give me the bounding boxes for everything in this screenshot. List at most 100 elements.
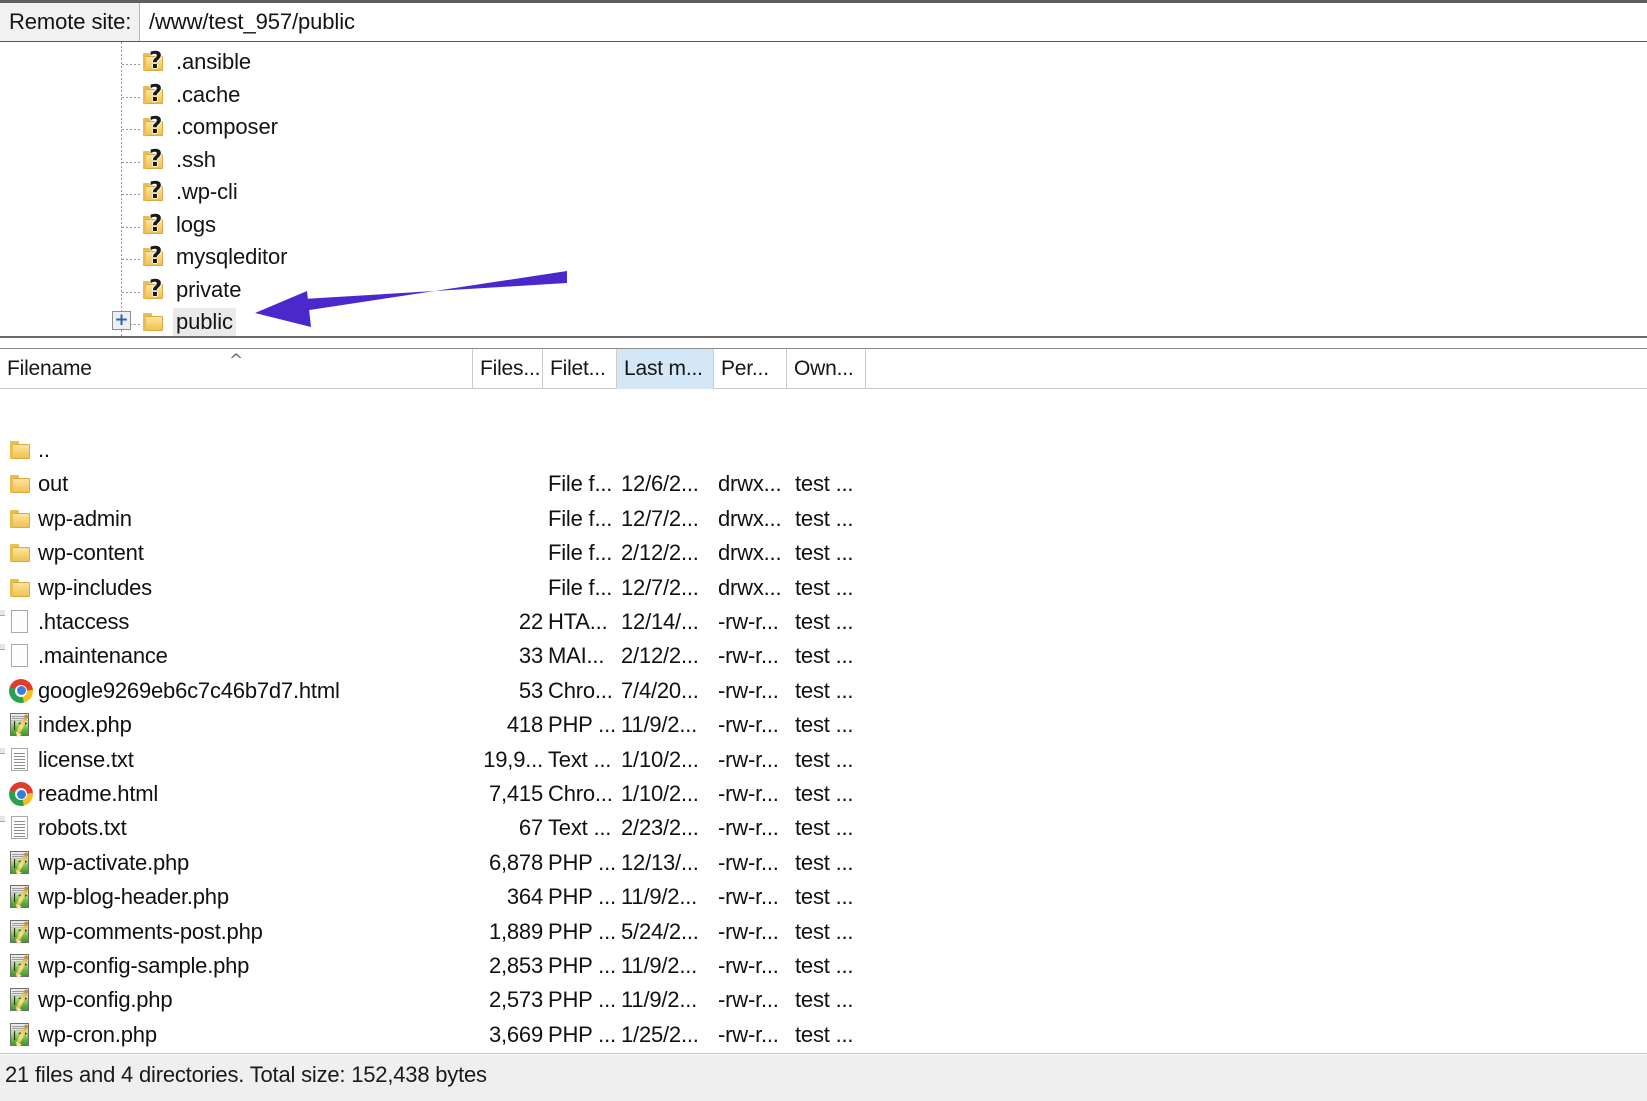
file-name-cell: wp-activate.php: [38, 846, 189, 880]
tree-connector: [122, 162, 141, 163]
table-row[interactable]: ..: [0, 433, 1647, 467]
table-row[interactable]: ∣⁺⁺wp-config.php2,573PHP ...11/9/2...-rw…: [0, 983, 1647, 1017]
column-header-name[interactable]: Filename: [0, 349, 473, 389]
column-header-ftype[interactable]: Filet...: [543, 349, 617, 389]
last-modified-cell: 2/12/2...: [621, 536, 699, 570]
tree-connector: [122, 259, 141, 260]
file-type-cell: Text ...: [548, 743, 611, 777]
owner-cell: test ...: [795, 983, 853, 1017]
status-bar: 21 files and 4 directories. Total size: …: [0, 1053, 1647, 1101]
file-type-cell: File f...: [548, 571, 612, 605]
file-type-cell: PHP ...: [548, 880, 616, 914]
owner-cell: test ...: [795, 467, 853, 501]
file-size-cell: 2,573: [473, 983, 543, 1017]
column-header-owner[interactable]: Own...: [787, 349, 866, 389]
permissions-cell: -rw-r...: [718, 639, 779, 673]
table-row[interactable]: google9269eb6c7c46b7d7.html53Chro...7/4/…: [0, 674, 1647, 708]
owner-cell: test ...: [795, 1018, 853, 1052]
file-name-cell: wp-comments-post.php: [38, 915, 263, 949]
file-size-cell: 1,889: [473, 915, 543, 949]
file-type-cell: File f...: [548, 536, 612, 570]
last-modified-cell: 11/9/2...: [621, 949, 697, 983]
last-modified-cell: 12/7/2...: [621, 502, 699, 536]
table-row[interactable]: license.txt19,9...Text ...1/10/2...-rw-r…: [0, 743, 1647, 777]
owner-cell: test ...: [795, 605, 853, 639]
column-header-perms[interactable]: Per...: [714, 349, 787, 389]
table-row[interactable]: .maintenance33MAI...2/12/2...-rw-r...tes…: [0, 639, 1647, 673]
file-size-cell: [473, 536, 543, 570]
file-size-cell: [473, 571, 543, 605]
owner-cell: test ...: [795, 536, 853, 570]
file-size-cell: 418: [473, 708, 543, 742]
file-size-cell: 67: [473, 811, 543, 845]
file-type-cell: PHP ...: [548, 708, 616, 742]
file-type-cell: HTA...: [548, 605, 608, 639]
file-size-cell: 22: [473, 605, 543, 639]
tree-expander-button[interactable]: +: [112, 311, 131, 330]
table-row[interactable]: wp-contentFile f...2/12/2...drwx...test …: [0, 536, 1647, 570]
permissions-cell: drwx...: [718, 571, 781, 605]
tree-connector: [122, 227, 141, 228]
last-modified-cell: 1/10/2...: [621, 777, 699, 811]
tree-item-label: .ssh: [173, 146, 219, 174]
file-type-cell: Text ...: [548, 811, 611, 845]
file-name-cell: readme.html: [38, 777, 158, 811]
tree-trunk-line: [121, 42, 122, 338]
file-type-cell: PHP ...: [548, 915, 616, 949]
remote-site-bar: Remote site: /www/test_957/public: [0, 0, 1647, 41]
tree-item-label: .wp-cli: [173, 178, 241, 206]
permissions-cell: -rw-r...: [718, 708, 779, 742]
file-size-cell: 19,9...: [473, 743, 543, 777]
table-row[interactable]: ∣⁺⁺wp-blog-header.php364PHP ...11/9/2...…: [0, 880, 1647, 914]
last-modified-cell: 1/25/2...: [621, 1018, 699, 1052]
table-row[interactable]: ∣⁺⁺wp-comments-post.php1,889PHP ...5/24/…: [0, 915, 1647, 949]
file-name-cell: license.txt: [38, 743, 134, 777]
tree-item-label: private: [173, 276, 244, 304]
permissions-cell: -rw-r...: [718, 811, 779, 845]
tree-connector: [122, 97, 141, 98]
column-header-size[interactable]: Files...: [473, 349, 543, 389]
table-row[interactable]: ∣⁺⁺wp-cron.php3,669PHP ...1/25/2...-rw-r…: [0, 1018, 1647, 1052]
file-name-cell: wp-blog-header.php: [38, 880, 229, 914]
table-row[interactable]: readme.html7,415Chro...1/10/2...-rw-r...…: [0, 777, 1647, 811]
table-row[interactable]: outFile f...12/6/2...drwx...test ...: [0, 467, 1647, 501]
remote-directory-tree[interactable]: ?.ansible?.cache?.composer?.ssh?.wp-cli?…: [0, 41, 1647, 338]
permissions-cell: -rw-r...: [718, 1018, 779, 1052]
file-name-cell: wp-includes: [38, 571, 152, 605]
file-size-cell: [473, 502, 543, 536]
remote-file-list-pane[interactable]: ^ FilenameFiles...Filet...Last m...Per..…: [0, 348, 1647, 1053]
owner-cell: test ...: [795, 915, 853, 949]
column-header-modified[interactable]: Last m...: [617, 349, 714, 389]
last-modified-cell: 5/24/2...: [621, 915, 699, 949]
remote-site-path-input[interactable]: /www/test_957/public: [140, 3, 1647, 41]
tree-item-label: .ansible: [173, 48, 254, 76]
file-type-cell: File f...: [548, 467, 612, 501]
file-name-cell: robots.txt: [38, 811, 126, 845]
permissions-cell: -rw-r...: [718, 983, 779, 1017]
file-name-cell: .htaccess: [38, 605, 129, 639]
table-row[interactable]: robots.txt67Text ...2/23/2...-rw-r...tes…: [0, 811, 1647, 845]
owner-cell: test ...: [795, 571, 853, 605]
file-type-cell: Chro...: [548, 674, 613, 708]
owner-cell: test ...: [795, 880, 853, 914]
file-type-cell: PHP ...: [548, 983, 616, 1017]
table-row[interactable]: ∣⁺⁺wp-config-sample.php2,853PHP ...11/9/…: [0, 949, 1647, 983]
last-modified-cell: 2/23/2...: [621, 811, 699, 845]
file-type-cell: PHP ...: [548, 1018, 616, 1052]
file-list-column-headers[interactable]: ^ FilenameFiles...Filet...Last m...Per..…: [0, 349, 1647, 389]
table-row[interactable]: wp-includesFile f...12/7/2...drwx...test…: [0, 571, 1647, 605]
file-size-cell: 6,878: [473, 846, 543, 880]
tree-item-label: logs: [173, 211, 219, 239]
permissions-cell: -rw-r...: [718, 743, 779, 777]
file-type-cell: PHP ...: [548, 846, 616, 880]
tree-item-label: .cache: [173, 81, 243, 109]
file-name-cell: wp-admin: [38, 502, 132, 536]
table-row[interactable]: .htaccess22HTA...12/14/...-rw-r...test .…: [0, 605, 1647, 639]
owner-cell: test ...: [795, 743, 853, 777]
table-row[interactable]: wp-adminFile f...12/7/2...drwx...test ..…: [0, 502, 1647, 536]
table-row[interactable]: ∣⁺⁺wp-activate.php6,878PHP ...12/13/...-…: [0, 846, 1647, 880]
permissions-cell: -rw-r...: [718, 674, 779, 708]
table-row[interactable]: ∣⁺⁺index.php418PHP ...11/9/2...-rw-r...t…: [0, 708, 1647, 742]
last-modified-cell: 2/12/2...: [621, 639, 699, 673]
permissions-cell: -rw-r...: [718, 777, 779, 811]
